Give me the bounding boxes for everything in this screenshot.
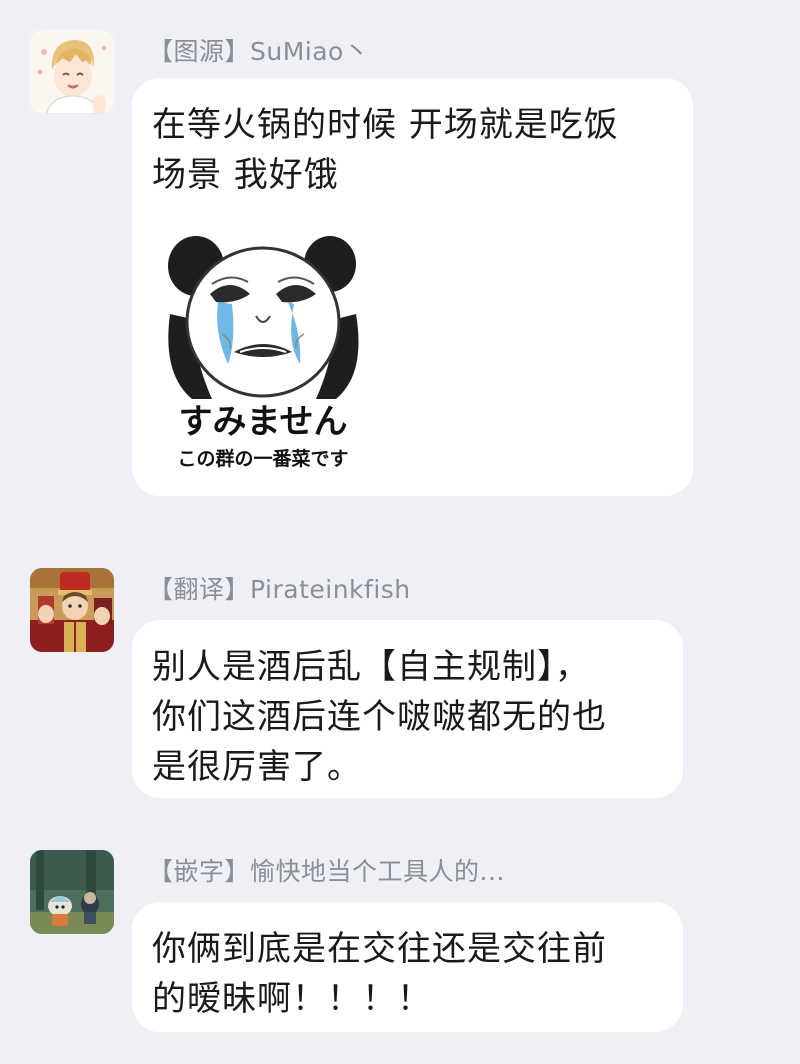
chat-window: 【图源】SuMiao丶 在等火锅的时候 开场就是吃饭 场景 我好饿 すみません … xyxy=(0,0,800,1064)
crying-panda-icon xyxy=(168,236,359,399)
avatar-soldier-characters-icon xyxy=(30,568,114,652)
avatar-blonde-character-icon xyxy=(30,30,114,114)
message-text: 在等火锅的时候 开场就是吃饭 场景 我好饿 xyxy=(152,105,619,195)
message-3: 【嵌字】愉快地当个工具人的... 你俩到底是在交往还是交往前 的暧昧啊！！！！ xyxy=(0,822,800,1064)
message-bubble[interactable]: 你俩到底是在交往还是交往前 的暧昧啊！！！！ xyxy=(132,902,683,1032)
panda-sticker[interactable]: すみません この群の一番菜です xyxy=(152,224,374,480)
sticker-caption-sub: この群の一番菜です xyxy=(177,448,349,470)
sender-name: 【翻译】Pirateinkfish xyxy=(148,575,411,604)
message-text: 你俩到底是在交往还是交往前 的暧昧啊！！！！ xyxy=(152,929,607,1019)
message-bubble[interactable]: 别人是酒后乱【自主规制】， 你们这酒后连个啵啵都无的也 是很厉害了。 xyxy=(132,620,683,798)
message-1: 【图源】SuMiao丶 在等火锅的时候 开场就是吃饭 场景 我好饿 すみません … xyxy=(0,0,800,520)
sender-name: 【嵌字】愉快地当个工具人的... xyxy=(148,857,505,886)
message-text: 别人是酒后乱【自主规制】， 你们这酒后连个啵啵都无的也 是很厉害了。 xyxy=(152,647,607,787)
sender-name: 【图源】SuMiao丶 xyxy=(148,37,370,66)
sticker-caption-main: すみません xyxy=(178,402,348,442)
avatar[interactable] xyxy=(30,30,114,114)
avatar-forest-scene-icon xyxy=(30,850,114,934)
avatar[interactable] xyxy=(30,568,114,652)
message-bubble[interactable]: 在等火锅的时候 开场就是吃饭 场景 我好饿 すみません この群の一番菜です xyxy=(132,78,693,496)
message-2: 【翻译】Pirateinkfish 别人是酒后乱【自主规制】， 你们这酒后连个啵… xyxy=(0,540,800,820)
avatar[interactable] xyxy=(30,850,114,934)
